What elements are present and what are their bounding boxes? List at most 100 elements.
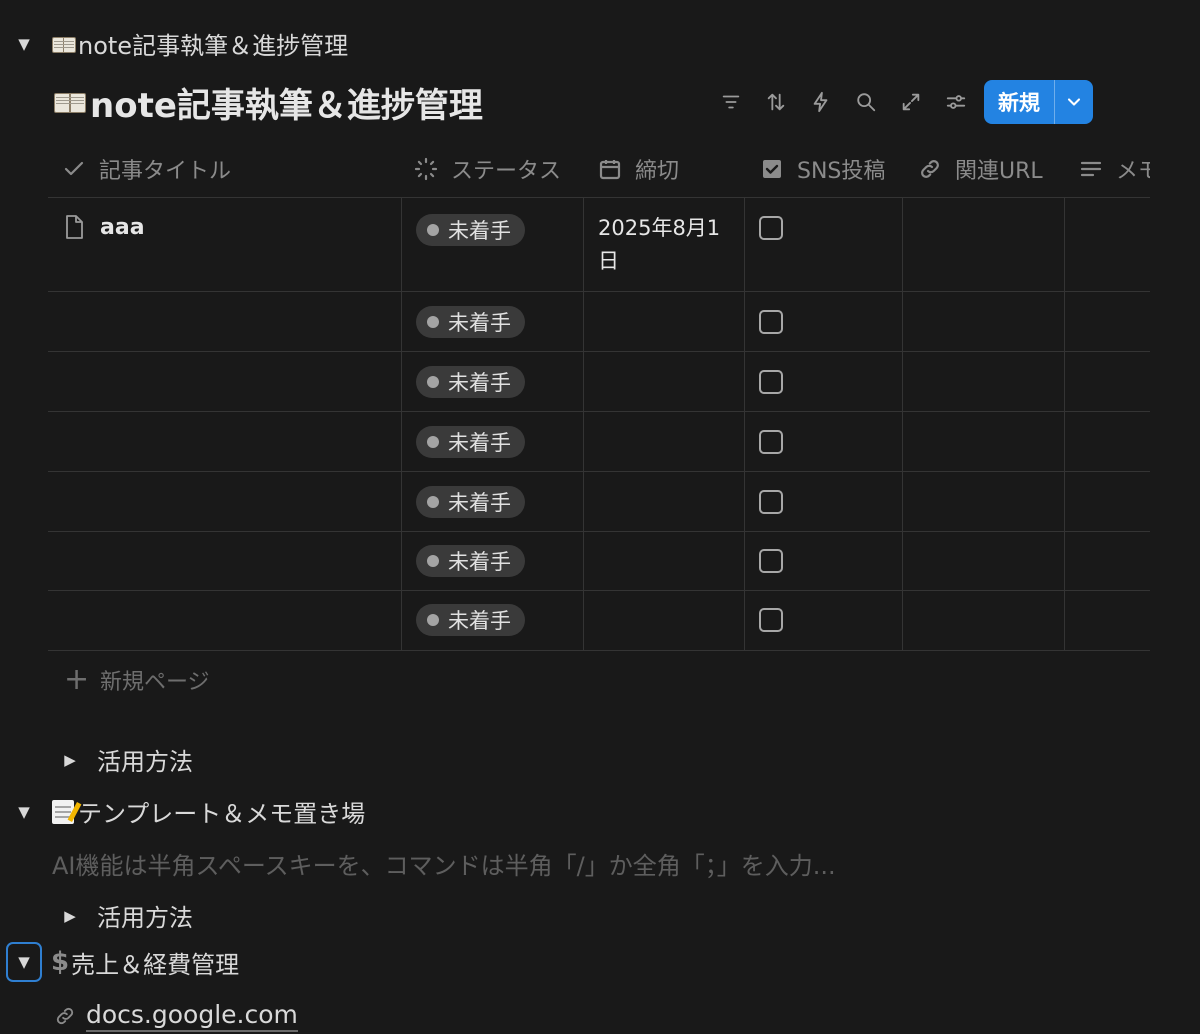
status-badge[interactable]: 未着手 — [416, 545, 525, 577]
column-header-title[interactable]: 記事タイトル — [62, 140, 231, 197]
triangle-right-icon[interactable]: ▶ — [60, 906, 80, 926]
status-badge[interactable]: 未着手 — [416, 366, 525, 398]
title-cell[interactable] — [48, 591, 401, 650]
table-row[interactable]: 未着手 — [48, 532, 1150, 591]
memo-cell[interactable] — [1064, 472, 1150, 531]
status-cell[interactable]: 未着手 — [401, 472, 584, 531]
title-cell[interactable] — [48, 352, 401, 411]
section-toggle-sales-expenses[interactable]: ▼ $ 売上＆経費管理 — [6, 942, 239, 982]
status-dot-icon — [427, 316, 439, 328]
triangle-down-icon[interactable]: ▼ — [14, 802, 34, 822]
toggle-button-focused[interactable]: ▼ — [6, 942, 42, 982]
deadline-cell[interactable]: 2025年8月1日 — [583, 198, 745, 291]
url-cell[interactable] — [902, 352, 1065, 411]
table-row[interactable]: aaa 未着手 2025年8月1日 — [48, 198, 1150, 292]
memo-cell[interactable] — [1064, 591, 1150, 650]
section-toggle-template-memo[interactable]: ▼ テンプレート＆メモ置き場 — [14, 794, 365, 829]
status-dot-icon — [427, 614, 439, 626]
status-cell[interactable]: 未着手 — [401, 352, 584, 411]
status-badge[interactable]: 未着手 — [416, 306, 525, 338]
deadline-cell[interactable] — [583, 352, 745, 411]
url-cell[interactable] — [902, 198, 1065, 291]
search-icon[interactable] — [843, 80, 888, 124]
section-title[interactable]: テンプレート＆メモ置き場 — [78, 794, 365, 829]
section-title[interactable]: 売上＆経費管理 — [71, 945, 239, 980]
status-badge[interactable]: 未着手 — [416, 214, 525, 246]
url-cell[interactable] — [902, 591, 1065, 650]
status-badge[interactable]: 未着手 — [416, 604, 525, 636]
table-row[interactable]: 未着手 — [48, 472, 1150, 532]
deadline-cell[interactable] — [583, 472, 745, 531]
triangle-down-icon[interactable]: ▼ — [14, 34, 34, 54]
row-title[interactable]: aaa — [100, 215, 145, 240]
sns-checkbox[interactable] — [759, 370, 783, 394]
memo-cell[interactable] — [1064, 198, 1150, 291]
calendar-icon — [599, 159, 621, 179]
memo-cell[interactable] — [1064, 352, 1150, 411]
url-cell[interactable] — [902, 472, 1065, 531]
expand-icon[interactable] — [888, 80, 933, 124]
new-dropdown-button[interactable] — [1054, 80, 1093, 124]
section-title[interactable]: note記事執筆＆進捗管理 — [78, 26, 348, 61]
column-header-deadline[interactable]: 締切 — [598, 140, 679, 197]
table-row[interactable]: 未着手 — [48, 352, 1150, 412]
new-button[interactable]: 新規 — [984, 80, 1054, 124]
sns-checkbox[interactable] — [759, 490, 783, 514]
memo-cell[interactable] — [1064, 532, 1150, 590]
status-cell[interactable]: 未着手 — [401, 412, 584, 471]
usage-toggle[interactable]: ▶ 活用方法 — [60, 898, 193, 933]
title-cell[interactable] — [48, 532, 401, 590]
filter-icon[interactable] — [708, 80, 753, 124]
status-cell[interactable]: 未着手 — [401, 292, 584, 351]
deadline-cell[interactable] — [583, 292, 745, 351]
column-header-status[interactable]: ステータス — [414, 140, 561, 197]
status-cell[interactable]: 未着手 — [401, 591, 584, 650]
status-cell[interactable]: 未着手 — [401, 198, 584, 291]
deadline-cell[interactable] — [583, 591, 745, 650]
table-row[interactable]: 未着手 — [48, 412, 1150, 472]
title-cell[interactable] — [48, 472, 401, 531]
automation-lightning-icon[interactable] — [798, 80, 843, 124]
sort-icon[interactable] — [753, 80, 798, 124]
status-cell[interactable]: 未着手 — [401, 532, 584, 590]
link-block[interactable]: docs.google.com — [54, 1000, 298, 1032]
triangle-right-icon[interactable]: ▶ — [60, 750, 80, 770]
sns-checkbox[interactable] — [759, 310, 783, 334]
sns-checkbox[interactable] — [759, 608, 783, 632]
link-text[interactable]: docs.google.com — [86, 1000, 298, 1032]
section-toggle-note-management[interactable]: ▼ note記事執筆＆進捗管理 — [14, 26, 348, 61]
status-dot-icon — [427, 376, 439, 388]
title-cell[interactable]: aaa — [48, 198, 401, 291]
table-row[interactable]: 未着手 — [48, 591, 1150, 651]
new-button-group: 新規 — [984, 80, 1093, 124]
status-dot-icon — [427, 436, 439, 448]
column-header-memo[interactable]: メモ — [1079, 140, 1150, 197]
url-cell[interactable] — [902, 412, 1065, 471]
status-badge[interactable]: 未着手 — [416, 486, 525, 518]
url-cell[interactable] — [902, 292, 1065, 351]
sns-checkbox[interactable] — [759, 216, 783, 240]
sns-cell — [744, 591, 903, 650]
checkbox-icon — [763, 159, 781, 178]
title-cell[interactable] — [48, 412, 401, 471]
deadline-cell[interactable] — [583, 412, 745, 471]
status-dot-icon — [427, 224, 439, 236]
sns-checkbox[interactable] — [759, 549, 783, 573]
deadline-cell[interactable] — [583, 532, 745, 590]
sns-checkbox[interactable] — [759, 430, 783, 454]
title-cell[interactable] — [48, 292, 401, 351]
settings-sliders-icon[interactable] — [933, 80, 978, 124]
database-title-text[interactable]: note記事執筆＆進捗管理 — [90, 78, 483, 127]
status-badge[interactable]: 未着手 — [416, 426, 525, 458]
memo-cell[interactable] — [1064, 412, 1150, 471]
column-header-sns[interactable]: SNS投稿 — [760, 140, 885, 197]
memo-cell[interactable] — [1064, 292, 1150, 351]
column-header-url[interactable]: 関連URL — [918, 140, 1043, 197]
usage-toggle[interactable]: ▶ 活用方法 — [60, 742, 193, 777]
add-new-page-button[interactable]: + 新規ページ — [64, 664, 210, 696]
empty-block-placeholder[interactable]: AI機能は半角スペースキーを、コマンドは半角「/」か全角「；」を入力... — [52, 846, 836, 881]
table-row[interactable]: 未着手 — [48, 292, 1150, 352]
url-cell[interactable] — [902, 532, 1065, 590]
open-book-icon — [52, 34, 76, 54]
database-title[interactable]: note記事執筆＆進捗管理 — [54, 78, 483, 127]
